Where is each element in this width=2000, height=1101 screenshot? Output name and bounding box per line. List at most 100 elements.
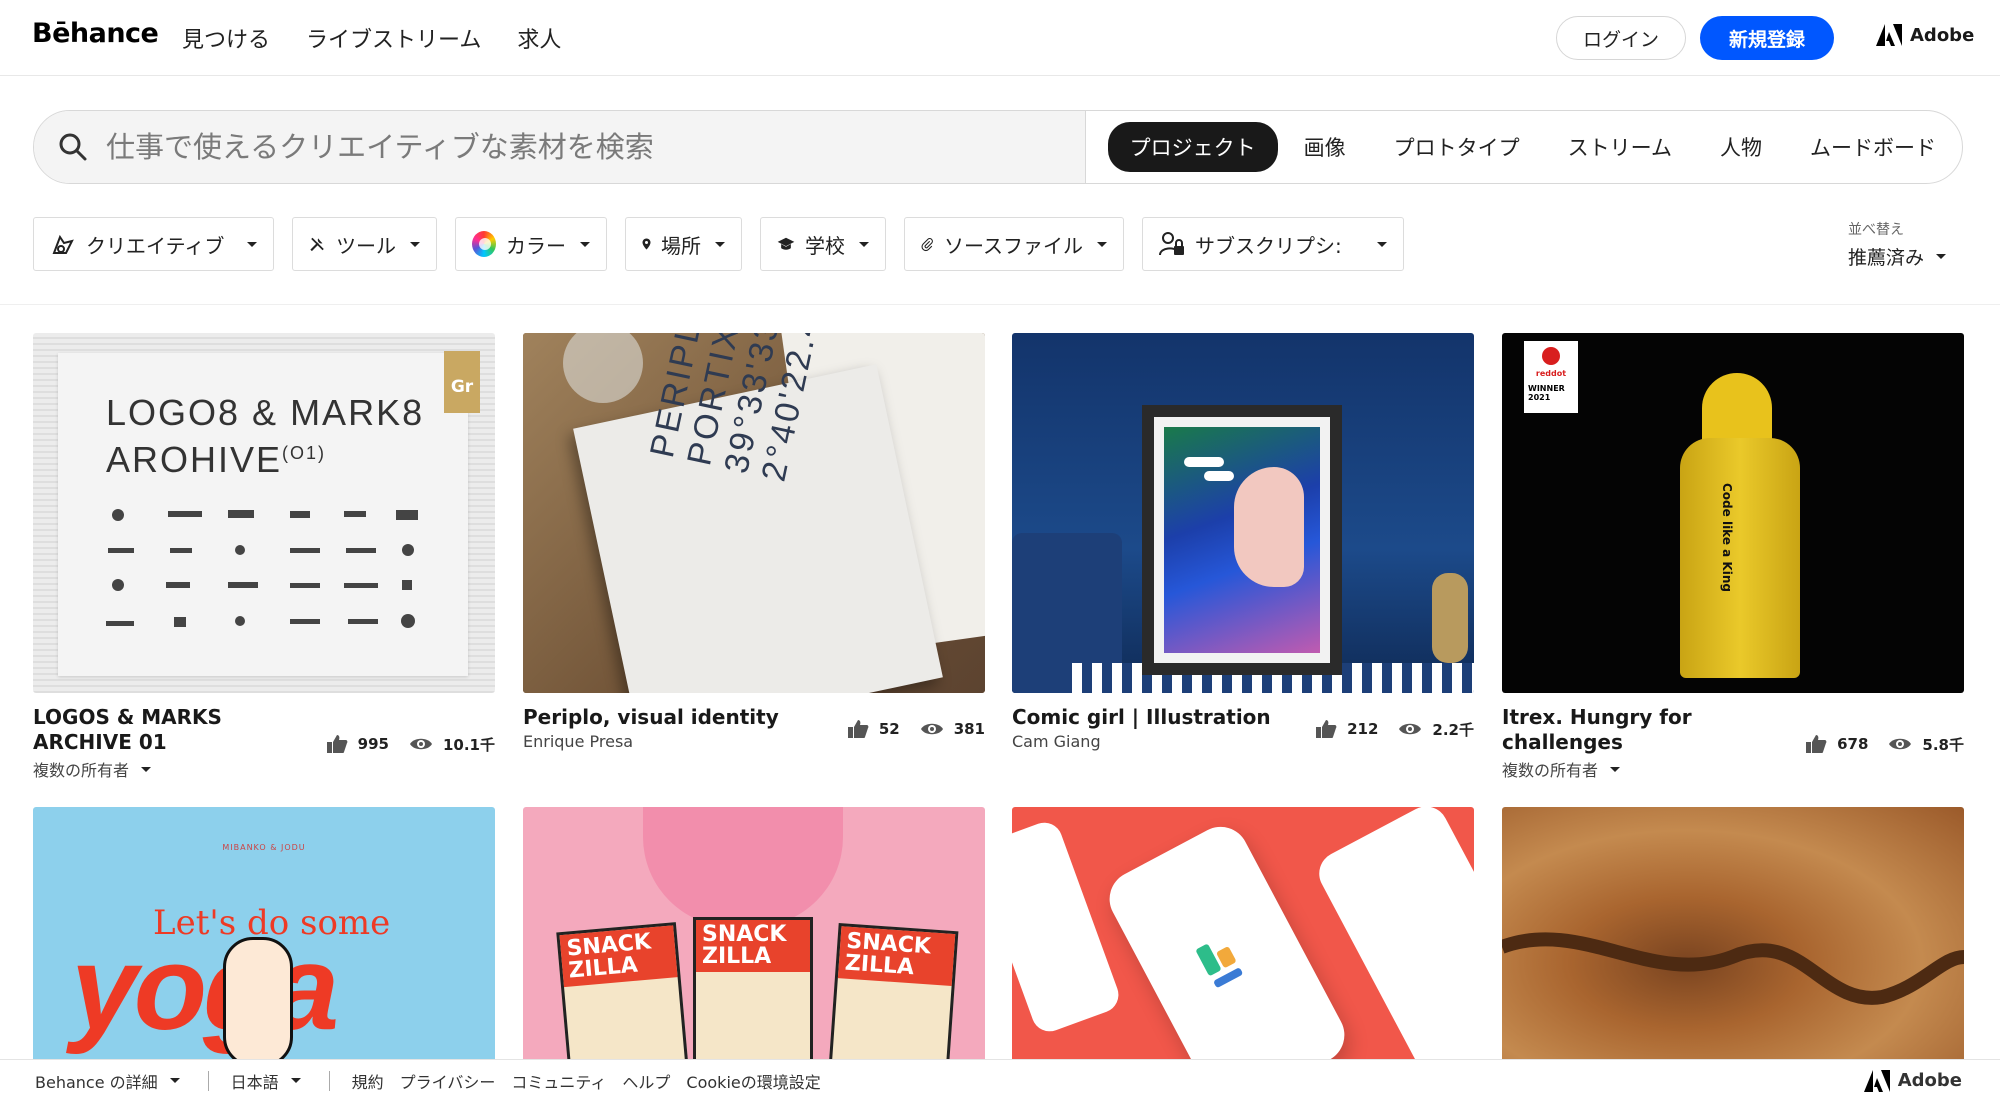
behance-logo[interactable]: Bēhance [32, 18, 159, 49]
footer-divider [207, 1070, 209, 1091]
like-count: 678 [1837, 735, 1869, 753]
project-owner[interactable]: Enrique Presa [523, 732, 779, 751]
paperclip-icon [921, 238, 933, 252]
top-nav: Bēhance 見つける ライブストリーム 求人 ログイン 新規登録 Adobe [0, 0, 2000, 76]
snack-package: SNACK ZILLA [827, 923, 959, 1067]
logo-grid-illustration [106, 509, 418, 628]
logo-sheet: LOGO8 & MARK8 AROHIVE(O1) Gr [58, 351, 480, 676]
thumb-text: yoga [71, 921, 339, 1055]
chevron-down-icon [169, 1078, 180, 1083]
footer-link-help[interactable]: ヘルプ [622, 1069, 670, 1093]
view-count: 2.2千 [1432, 720, 1474, 739]
project-thumbnail[interactable]: SNACK ZILLA SNACK ZILLA SNACK ZILLA [523, 807, 985, 1067]
thumbs-up-icon [326, 735, 348, 753]
search-field-area [34, 111, 1086, 183]
project-meta: Itrex. Hungry for challenges 複数の所有者 678 … [1502, 705, 1964, 781]
project-thumbnail[interactable]: reddot WINNER 2021 Code like a King [1502, 333, 1964, 693]
project-title[interactable]: LOGOS & MARKS ARCHIVE 01 [33, 705, 303, 755]
project-thumbnail[interactable] [1502, 807, 1964, 1067]
chevron-down-icon [1610, 766, 1621, 772]
view-count: 5.8千 [1922, 735, 1964, 754]
graduation-cap-icon [777, 237, 795, 250]
project-owner[interactable]: 複数の所有者 [1502, 757, 1805, 781]
project-title[interactable]: Itrex. Hungry for challenges [1502, 705, 1805, 755]
project-thumbnail[interactable]: MIBANKO & JODU Let's do some yoga [33, 807, 495, 1067]
gr-badge: Gr [444, 351, 480, 413]
project-card[interactable]: reddot WINNER 2021 Code like a King Itre… [1502, 333, 1964, 781]
tab-moodboards[interactable]: ムードボード [1788, 122, 1958, 172]
footer: Behance の詳細 日本語 規約 プライバシー コミュニティ ヘルプ Coo… [0, 1059, 2000, 1101]
main-nav-links: 見つける ライブストリーム 求人 [182, 22, 561, 54]
project-title[interactable]: Periplo, visual identity [523, 705, 779, 730]
project-card[interactable]: MIBANKO & JODU Let's do some yoga [33, 807, 495, 1067]
search-input[interactable] [106, 130, 1066, 164]
filter-school[interactable]: 学校 [760, 217, 886, 271]
face-illustration [1234, 467, 1304, 587]
chevron-down-icon [290, 1078, 301, 1083]
footer-adobe-link[interactable]: Adobe [1863, 1069, 1962, 1092]
project-stats: 995 10.1千 [326, 707, 495, 781]
signup-button[interactable]: 新規登録 [1700, 16, 1834, 60]
phone-mockup [1012, 817, 1124, 1037]
project-owner[interactable]: Cam Giang [1012, 732, 1271, 751]
tab-images[interactable]: 画像 [1282, 122, 1368, 172]
thumb-text: SNACK ZILLA [837, 926, 956, 987]
project-owner-text: 複数の所有者 [33, 761, 130, 780]
filter-creative[interactable]: クリエイティブ [33, 217, 274, 271]
footer-more-dropdown[interactable]: Behance の詳細 [35, 1069, 180, 1093]
tab-people[interactable]: 人物 [1698, 122, 1784, 172]
project-owner[interactable]: 複数の所有者 [33, 757, 303, 781]
thumb-text: reddot [1535, 369, 1567, 378]
footer-link-terms[interactable]: 規約 [352, 1069, 384, 1093]
project-thumbnail[interactable]: PERIPLO PORTIXOL 39°33'33.1"N 2°40'22.4"… [523, 333, 985, 693]
project-stats: 678 5.8千 [1805, 707, 1964, 781]
like-count: 995 [357, 735, 389, 753]
project-card[interactable] [1502, 807, 1964, 1067]
tab-prototypes[interactable]: プロトタイプ [1372, 122, 1542, 172]
art-frame [1142, 405, 1342, 675]
project-card[interactable] [1012, 807, 1474, 1067]
project-card[interactable]: PERIPLO PORTIXOL 39°33'33.1"N 2°40'22.4"… [523, 333, 985, 751]
tab-streams[interactable]: ストリーム [1546, 122, 1694, 172]
tools-icon [310, 237, 324, 252]
chevron-down-icon [410, 241, 420, 247]
thumb-text: LOGO8 & MARK8 [106, 392, 425, 433]
tab-projects[interactable]: プロジェクト [1107, 122, 1278, 172]
project-thumbnail[interactable] [1012, 333, 1474, 693]
phone-mockup [1099, 817, 1355, 1067]
thumb-text: (O1) [282, 443, 327, 463]
thumb-text: SNACK ZILLA [696, 920, 810, 972]
nav-link-jobs[interactable]: 求人 [517, 22, 561, 54]
filter-subscription[interactable]: サブスクリプシ: [1142, 217, 1404, 271]
sort-dropdown[interactable]: 並べ替え 推薦済み [1848, 219, 1947, 270]
project-card[interactable]: Comic girl | Illustration Cam Giang 212 … [1012, 333, 1474, 751]
project-title[interactable]: Comic girl | Illustration [1012, 705, 1271, 730]
adobe-link[interactable]: Adobe [1876, 24, 1974, 46]
footer-link-cookie-settings[interactable]: Cookieの環境設定 [686, 1069, 820, 1093]
filter-source-files[interactable]: ソースファイル [904, 217, 1124, 271]
canyon-river-shape [1502, 932, 1964, 1005]
project-card[interactable]: LOGO8 & MARK8 AROHIVE(O1) Gr LOGOS & MAR… [33, 333, 495, 781]
footer-link-privacy[interactable]: プライバシー [400, 1069, 496, 1093]
footer-link-community[interactable]: コミュニティ [511, 1069, 606, 1093]
language-dropdown[interactable]: 日本語 [231, 1069, 301, 1093]
chevron-down-icon [141, 766, 152, 772]
nav-link-discover[interactable]: 見つける [182, 22, 270, 54]
project-card[interactable]: SNACK ZILLA SNACK ZILLA SNACK ZILLA [523, 807, 985, 1067]
chevron-down-icon [247, 241, 257, 247]
yoga-figure [223, 937, 293, 1067]
adobe-logo-icon [1876, 24, 1902, 46]
project-thumbnail[interactable] [1012, 807, 1474, 1067]
like-count: 52 [878, 720, 900, 738]
filter-color[interactable]: カラー [455, 217, 607, 271]
project-thumbnail[interactable]: LOGO8 & MARK8 AROHIVE(O1) Gr [33, 333, 495, 693]
creative-icon [52, 234, 74, 254]
filter-location[interactable]: 場所 [625, 217, 742, 271]
nav-link-livestream[interactable]: ライブストリーム [306, 22, 481, 54]
filter-tools[interactable]: ツール [292, 217, 437, 271]
filter-location-label: 場所 [661, 233, 701, 258]
filter-tools-label: ツール [336, 233, 396, 258]
thumbs-up-icon [1806, 735, 1827, 753]
login-button[interactable]: ログイン [1556, 16, 1686, 60]
snack-package: SNACK ZILLA [556, 922, 690, 1067]
